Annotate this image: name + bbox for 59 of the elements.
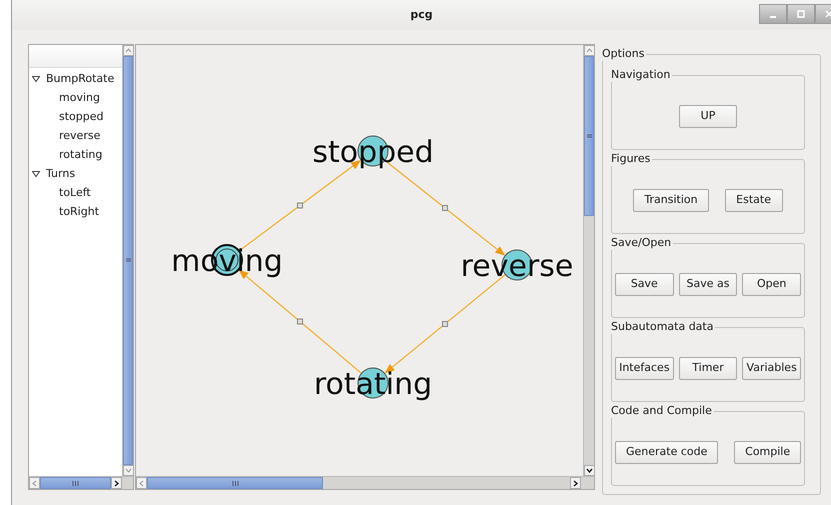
close-icon bbox=[825, 10, 831, 18]
panel-title: Options bbox=[602, 47, 646, 61]
left-chevron-icon bbox=[32, 480, 37, 486]
tree-item[interactable]: moving bbox=[29, 88, 100, 107]
option-button[interactable]: Timer bbox=[678, 357, 738, 380]
scroll-left-button[interactable] bbox=[136, 477, 147, 489]
minimize-button[interactable] bbox=[759, 4, 787, 24]
scroll-left-button[interactable] bbox=[29, 477, 40, 489]
down-chevron-icon bbox=[586, 468, 593, 473]
tree-item[interactable]: rotating bbox=[29, 145, 102, 164]
option-button[interactable]: UP bbox=[679, 105, 737, 128]
tree-item[interactable]: toRight bbox=[29, 202, 100, 221]
transition-handle[interactable] bbox=[442, 321, 448, 327]
group-title: Subautomata data bbox=[611, 320, 716, 334]
group-title: Code and Compile bbox=[611, 404, 714, 418]
right-chevron-icon bbox=[573, 480, 578, 486]
tree-item[interactable]: toLeft bbox=[29, 183, 91, 202]
grip-icon bbox=[72, 480, 79, 486]
down-chevron-icon bbox=[125, 468, 132, 473]
scrollbar-thumb[interactable] bbox=[147, 477, 323, 489]
scroll-up-button[interactable] bbox=[123, 45, 134, 56]
option-button[interactable]: Transition bbox=[633, 189, 709, 212]
option-button[interactable]: Generate code bbox=[615, 441, 718, 464]
right-chevron-icon bbox=[114, 480, 119, 486]
up-chevron-icon bbox=[125, 48, 132, 53]
transition-handle[interactable] bbox=[442, 205, 448, 211]
scrollbar-thumb[interactable] bbox=[40, 477, 111, 489]
group-title: Figures bbox=[611, 152, 652, 166]
option-button[interactable]: Save bbox=[615, 273, 674, 296]
up-chevron-icon bbox=[586, 48, 593, 53]
group-title: Save/Open bbox=[611, 236, 674, 250]
option-button[interactable]: Intefaces bbox=[615, 357, 674, 380]
option-button[interactable]: Open bbox=[742, 273, 802, 296]
scroll-right-button[interactable] bbox=[570, 477, 581, 489]
transition-handle[interactable] bbox=[297, 318, 303, 324]
transition-handle[interactable] bbox=[297, 202, 303, 208]
tree-item[interactable]: BumpRotate bbox=[29, 69, 122, 88]
option-button[interactable]: Variables bbox=[742, 357, 802, 380]
tree-item[interactable]: reverse bbox=[29, 126, 100, 145]
grip-icon bbox=[126, 258, 130, 263]
scroll-right-button[interactable] bbox=[111, 477, 122, 489]
option-button[interactable]: Compile bbox=[734, 441, 801, 464]
grip-icon bbox=[586, 134, 592, 138]
expanded-triangle-icon[interactable] bbox=[32, 74, 40, 82]
group-title: Navigation bbox=[611, 68, 672, 82]
left-chevron-icon bbox=[139, 480, 144, 486]
option-button[interactable]: Estate bbox=[724, 189, 783, 212]
tree-item[interactable]: stopped bbox=[29, 107, 104, 126]
maximize-button[interactable] bbox=[787, 4, 815, 24]
option-button[interactable]: Save as bbox=[678, 273, 738, 296]
expanded-triangle-icon[interactable] bbox=[32, 170, 40, 178]
window-title: pcg bbox=[410, 6, 433, 23]
scrollbar-thumb[interactable] bbox=[584, 56, 594, 216]
scrollbar-thumb[interactable] bbox=[123, 56, 133, 465]
scroll-up-button[interactable] bbox=[584, 45, 595, 56]
scroll-down-button[interactable] bbox=[584, 465, 595, 476]
grip-icon bbox=[232, 480, 238, 486]
maximize-icon bbox=[797, 10, 805, 18]
tree-item[interactable]: Turns bbox=[29, 164, 122, 183]
